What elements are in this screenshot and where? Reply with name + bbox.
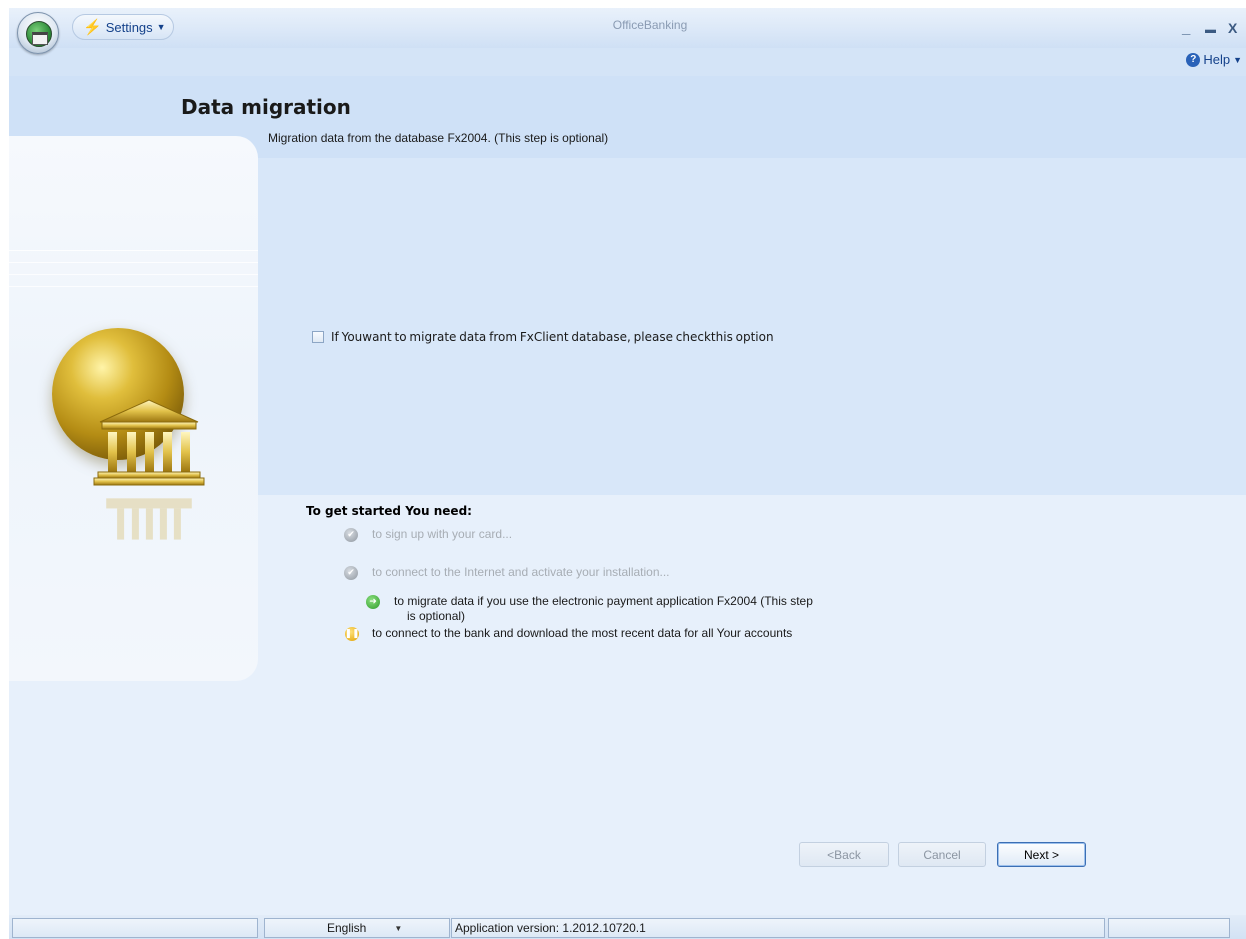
bank-building-icon [93,399,205,486]
step-label: to migrate data if you use the electroni… [394,594,813,608]
cancel-button[interactable]: Cancel [898,842,986,867]
help-menu-button[interactable]: ? Help ▼ [1186,52,1242,67]
language-select[interactable]: English ▼ [264,918,450,938]
maximize-button[interactable]: ▬ [1205,24,1216,36]
help-label: Help [1203,52,1231,67]
pause-icon: ❚❚ [344,627,360,641]
lightning-icon: ⚡ [83,19,102,36]
step-label-continued: is optional) [407,609,466,623]
step-label: to sign up with your card... [372,527,513,541]
arrow-right-icon: ➜ [366,595,380,609]
settings-label: Settings [105,19,153,35]
migrate-data-checkbox[interactable] [312,331,324,343]
step-item: ✔ [344,528,358,542]
step-item: ❚❚ [344,627,360,641]
decorative-line [9,286,258,287]
chevron-down-icon: ▼ [156,22,166,32]
language-value: English [327,921,367,935]
chevron-down-icon: ▼ [394,923,403,933]
page-subtitle: Migration data from the database Fx2004.… [268,131,609,145]
status-cell-empty [1108,918,1230,938]
decorative-line [9,250,258,251]
help-icon: ? [1186,52,1201,67]
page-title: Data migration [181,95,351,119]
chevron-down-icon: ▼ [1233,54,1242,65]
bank-reflection-image [106,498,192,540]
window-title: OfficeBanking [612,18,688,32]
back-button[interactable]: <Back [799,842,889,867]
steps-heading: To get started You need: [306,504,472,518]
bank-logo-icon [26,21,52,47]
bank-building-icon [32,32,48,45]
step-label: to connect to the Internet and activate … [372,565,670,579]
migrate-data-checkbox-label[interactable]: If Youwant to migrate data from FxClient… [331,330,774,344]
help-bar [9,48,1246,76]
close-button[interactable]: X [1228,20,1237,36]
check-icon: ✔ [344,528,358,542]
step-item: ➜ [366,595,380,609]
check-icon: ✔ [344,566,358,580]
minimize-button[interactable]: _ [1182,20,1190,37]
decorative-line [9,262,258,263]
settings-menu-button[interactable]: ⚡ Settings ▼ [72,14,174,40]
step-item: ✔ [344,566,358,580]
app-menu-button[interactable] [17,12,59,54]
decorative-line [9,274,258,275]
step-label: to connect to the bank and download the … [372,626,793,640]
status-cell-empty [12,918,258,938]
next-button[interactable]: Next > [997,842,1086,867]
app-version: Application version: 1.2012.10720.1 [451,918,1105,938]
